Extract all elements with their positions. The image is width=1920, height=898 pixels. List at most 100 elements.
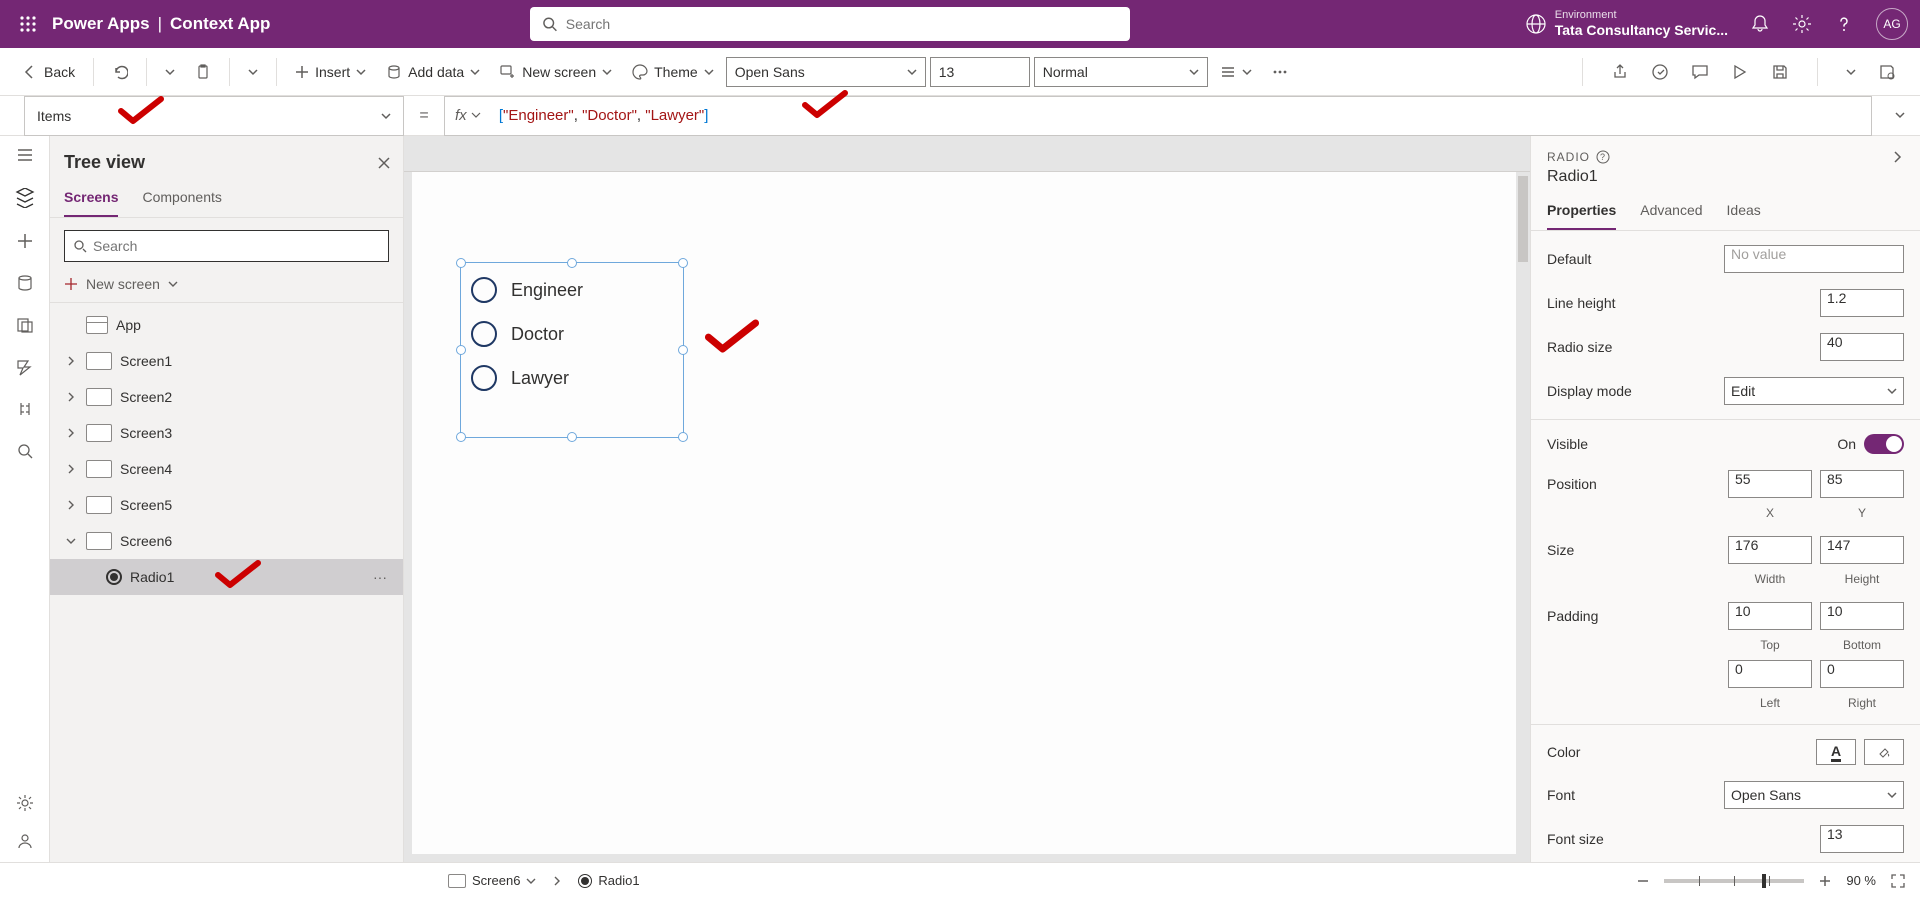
save-icon[interactable] — [1771, 63, 1789, 81]
prop-position-y[interactable]: 85 — [1820, 470, 1904, 498]
prop-default-input[interactable]: No value — [1724, 245, 1904, 273]
save-split-icon[interactable] — [1846, 67, 1856, 77]
prop-font-select[interactable]: Open Sans — [1724, 781, 1904, 809]
more-format-button[interactable] — [1212, 60, 1260, 84]
undo-split-button[interactable] — [157, 63, 183, 81]
zoom-slider[interactable] — [1664, 879, 1804, 883]
waffle-icon[interactable] — [12, 15, 44, 33]
prop-padding-bottom[interactable]: 10 — [1820, 602, 1904, 630]
new-screen-link[interactable]: New screen — [50, 270, 403, 303]
help-icon[interactable] — [1834, 14, 1854, 34]
list-icon — [1220, 64, 1236, 80]
formula-expand-button[interactable] — [1880, 107, 1920, 125]
prop-font-color[interactable] — [1816, 739, 1856, 765]
environment-picker[interactable]: Environment Tata Consultancy Servic... — [1525, 9, 1728, 39]
add-data-button[interactable]: Add data — [378, 60, 488, 84]
breadcrumb-screen[interactable]: Screen6 — [440, 871, 544, 890]
zoom-in-icon[interactable] — [1818, 874, 1832, 888]
prop-padding-right[interactable]: 0 — [1820, 660, 1904, 688]
tab-ideas[interactable]: Ideas — [1727, 196, 1761, 230]
tree-app-node[interactable]: App — [50, 307, 403, 343]
new-screen-button[interactable]: New screen — [492, 60, 620, 84]
insert-pane-icon[interactable] — [16, 232, 34, 250]
font-weight-select[interactable]: Normal — [1034, 57, 1208, 87]
plus-icon — [295, 65, 309, 79]
prop-visible-toggle[interactable] — [1864, 434, 1904, 454]
canvas-scrollbar[interactable] — [1516, 172, 1530, 862]
chevron-down-icon — [1189, 67, 1199, 77]
data-pane-icon[interactable] — [16, 274, 34, 292]
prop-size-height[interactable]: 147 — [1820, 536, 1904, 564]
prop-display-mode-select[interactable]: Edit — [1724, 377, 1904, 405]
tree-radio-node[interactable]: Radio1··· — [50, 559, 403, 595]
preview-icon[interactable] — [1731, 63, 1749, 81]
control-name-label: Radio1 — [1531, 168, 1920, 196]
zoom-out-icon[interactable] — [1636, 874, 1650, 888]
global-search[interactable] — [530, 7, 1130, 41]
prop-line-height-input[interactable]: 1.2 — [1820, 289, 1904, 317]
overflow-button[interactable] — [1264, 60, 1296, 84]
radio-option[interactable]: Doctor — [471, 321, 673, 347]
media-pane-icon[interactable] — [16, 316, 34, 334]
search-input[interactable] — [566, 16, 1119, 32]
paste-split-button[interactable] — [240, 63, 266, 81]
prop-padding-left[interactable]: 0 — [1728, 660, 1812, 688]
breadcrumb-control[interactable]: Radio1 — [570, 871, 647, 890]
power-automate-icon[interactable] — [16, 358, 34, 376]
tab-properties[interactable]: Properties — [1547, 196, 1616, 230]
fit-to-window-icon[interactable] — [1890, 873, 1906, 889]
tab-advanced[interactable]: Advanced — [1640, 196, 1702, 230]
prop-size-width[interactable]: 176 — [1728, 536, 1812, 564]
prop-padding-top[interactable]: 10 — [1728, 602, 1812, 630]
variables-icon[interactable] — [16, 400, 34, 418]
info-icon[interactable]: ? — [1596, 150, 1610, 164]
font-size-input[interactable]: 13 — [930, 57, 1030, 87]
back-button[interactable]: Back — [14, 60, 83, 84]
design-canvas[interactable]: Engineer Doctor Lawyer — [412, 172, 1516, 854]
user-avatar[interactable]: AG — [1876, 8, 1908, 40]
radio-control-selection[interactable]: Engineer Doctor Lawyer — [460, 262, 684, 438]
tree-search[interactable] — [64, 230, 389, 262]
tab-screens[interactable]: Screens — [64, 183, 118, 217]
comments-icon[interactable] — [1691, 63, 1709, 81]
property-selector[interactable]: Items — [24, 96, 404, 136]
app-title: Power Apps|Context App — [52, 14, 270, 34]
app-checker-icon[interactable] — [1651, 63, 1669, 81]
tree-screen-node[interactable]: Screen2 — [50, 379, 403, 415]
ask-virtual-agent-icon[interactable] — [16, 832, 34, 850]
prop-font-label: Font — [1547, 787, 1724, 803]
font-family-select[interactable]: Open Sans — [726, 57, 926, 87]
chevron-down-icon — [356, 67, 366, 77]
more-horizontal-icon[interactable]: ··· — [373, 569, 387, 585]
tree-view-icon[interactable] — [15, 188, 35, 208]
settings-icon[interactable] — [1792, 14, 1812, 34]
notifications-icon[interactable] — [1750, 14, 1770, 34]
radio-option[interactable]: Lawyer — [471, 365, 673, 391]
chevron-down-icon — [248, 67, 258, 77]
screen-icon — [86, 388, 112, 406]
chevron-right-icon[interactable] — [1890, 150, 1904, 164]
prop-position-x[interactable]: 55 — [1728, 470, 1812, 498]
tree-screen-node[interactable]: Screen1 — [50, 343, 403, 379]
tree-screen-node[interactable]: Screen5 — [50, 487, 403, 523]
settings-pane-icon[interactable] — [16, 794, 34, 812]
radio-option[interactable]: Engineer — [471, 277, 673, 303]
formula-bar[interactable]: fx ["Engineer", "Doctor", "Lawyer"] — [444, 96, 1872, 136]
prop-fill-color[interactable] — [1864, 739, 1904, 765]
publish-icon[interactable] — [1878, 63, 1896, 81]
paste-button[interactable] — [187, 60, 219, 84]
tab-components[interactable]: Components — [142, 183, 221, 217]
close-icon[interactable] — [377, 156, 391, 170]
theme-button[interactable]: Theme — [624, 60, 722, 84]
insert-button[interactable]: Insert — [287, 60, 374, 84]
share-icon[interactable] — [1611, 63, 1629, 81]
tree-screen-node[interactable]: Screen4 — [50, 451, 403, 487]
undo-button[interactable] — [104, 60, 136, 84]
hamburger-icon[interactable] — [16, 146, 34, 164]
prop-radio-size-input[interactable]: 40 — [1820, 333, 1904, 361]
prop-font-size-input[interactable]: 13 — [1820, 825, 1904, 853]
tree-screen-node[interactable]: Screen6 — [50, 523, 403, 559]
search-pane-icon[interactable] — [16, 442, 34, 460]
tree-screen-node[interactable]: Screen3 — [50, 415, 403, 451]
prop-display-mode-label: Display mode — [1547, 383, 1724, 399]
